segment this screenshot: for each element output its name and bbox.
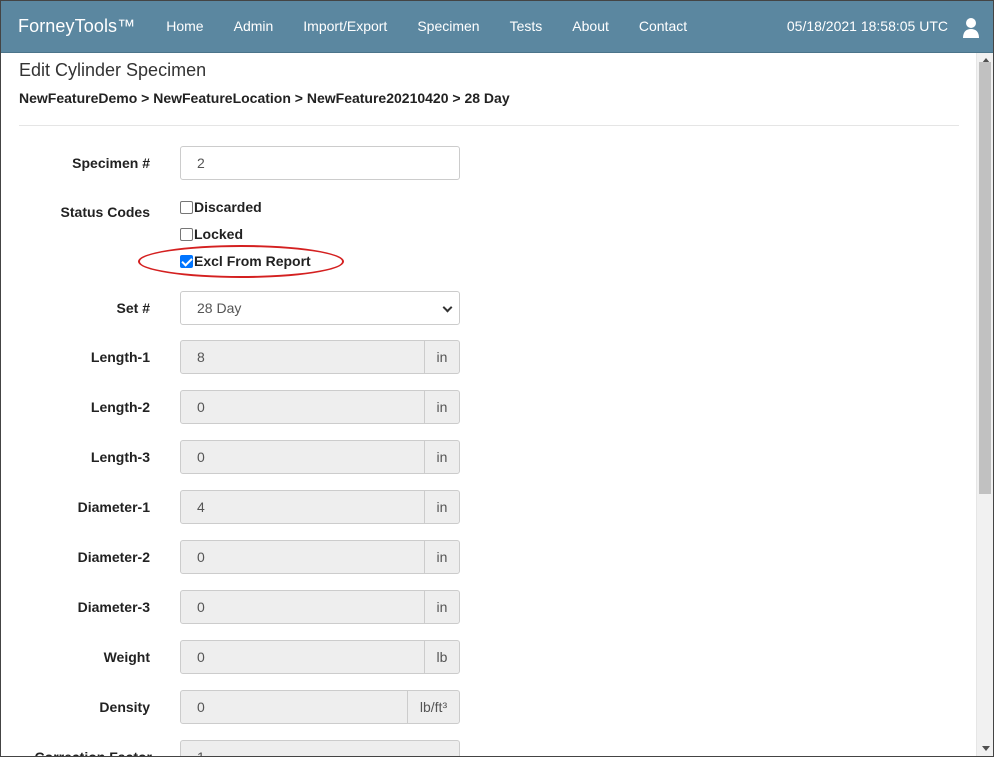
nav-specimen[interactable]: Specimen xyxy=(402,18,494,34)
status-discarded[interactable]: Discarded xyxy=(180,199,262,215)
correction-factor-label: Correction Factor xyxy=(34,749,152,757)
excl-from-report-label: Excl From Report xyxy=(194,253,311,269)
excl-from-report-checkbox[interactable] xyxy=(180,254,193,268)
nav-admin[interactable]: Admin xyxy=(219,18,289,34)
set-select[interactable]: 28 Day xyxy=(180,291,460,325)
nav-about[interactable]: About xyxy=(557,18,624,34)
vertical-scrollbar[interactable] xyxy=(976,53,993,756)
status-locked[interactable]: Locked xyxy=(180,226,243,242)
set-label: Set # xyxy=(116,300,150,316)
diameter-3-label: Diameter-3 xyxy=(77,599,150,615)
nav-import-export[interactable]: Import/Export xyxy=(288,18,402,34)
nav-contact[interactable]: Contact xyxy=(624,18,702,34)
locked-label: Locked xyxy=(194,226,244,242)
set-select-value: 28 Day xyxy=(197,300,242,316)
server-timestamp: 05/18/2021 18:58:05 UTC xyxy=(786,18,948,34)
diameter-2-input[interactable]: 0 xyxy=(180,540,425,574)
length-1-label: Length-1 xyxy=(90,349,150,365)
density-input[interactable]: 0 xyxy=(180,690,408,724)
discarded-label: Discarded xyxy=(194,199,262,215)
diameter-3-input[interactable]: 0 xyxy=(180,590,425,624)
weight-label: Weight xyxy=(103,649,150,665)
top-navbar: ForneyTools™ Home Admin Import/Export Sp… xyxy=(0,0,994,53)
specimen-input[interactable]: 2 xyxy=(180,146,460,180)
diameter-1-label: Diameter-1 xyxy=(77,499,150,515)
chevron-down-icon xyxy=(442,302,453,313)
length-2-label: Length-2 xyxy=(90,399,150,415)
density-label: Density xyxy=(99,699,150,715)
correction-factor-input[interactable]: 1 xyxy=(180,740,460,757)
length-3-unit: in xyxy=(424,440,460,474)
specimen-label: Specimen # xyxy=(72,155,150,171)
locked-checkbox[interactable] xyxy=(180,227,193,241)
length-1-unit: in xyxy=(424,340,460,374)
density-unit: lb/ft³ xyxy=(407,690,460,724)
length-2-input[interactable]: 0 xyxy=(180,390,425,424)
diameter-1-input[interactable]: 4 xyxy=(180,490,425,524)
length-3-input[interactable]: 0 xyxy=(180,440,425,474)
breadcrumb: NewFeatureDemo > NewFeatureLocation > Ne… xyxy=(19,90,510,106)
weight-input[interactable]: 0 xyxy=(180,640,425,674)
status-codes-label: Status Codes xyxy=(60,204,150,220)
diameter-2-label: Diameter-2 xyxy=(77,549,150,565)
brand-logo[interactable]: ForneyTools™ xyxy=(18,16,135,37)
diameter-2-unit: in xyxy=(424,540,460,574)
length-1-input[interactable]: 8 xyxy=(180,340,425,374)
status-excl-from-report[interactable]: Excl From Report xyxy=(180,253,311,269)
length-3-label: Length-3 xyxy=(90,449,150,465)
diameter-1-unit: in xyxy=(424,490,460,524)
main-content: Edit Cylinder Specimen NewFeatureDemo > … xyxy=(0,53,976,757)
diameter-3-unit: in xyxy=(424,590,460,624)
page-title: Edit Cylinder Specimen xyxy=(19,60,207,80)
length-2-unit: in xyxy=(424,390,460,424)
discarded-checkbox[interactable] xyxy=(180,200,193,214)
nav-tests[interactable]: Tests xyxy=(495,18,558,34)
scroll-down-arrow[interactable] xyxy=(977,742,994,754)
scrollbar-thumb[interactable] xyxy=(979,62,991,494)
divider xyxy=(19,125,959,126)
nav-home[interactable]: Home xyxy=(151,18,218,34)
user-icon[interactable] xyxy=(962,17,980,39)
weight-unit: lb xyxy=(424,640,460,674)
